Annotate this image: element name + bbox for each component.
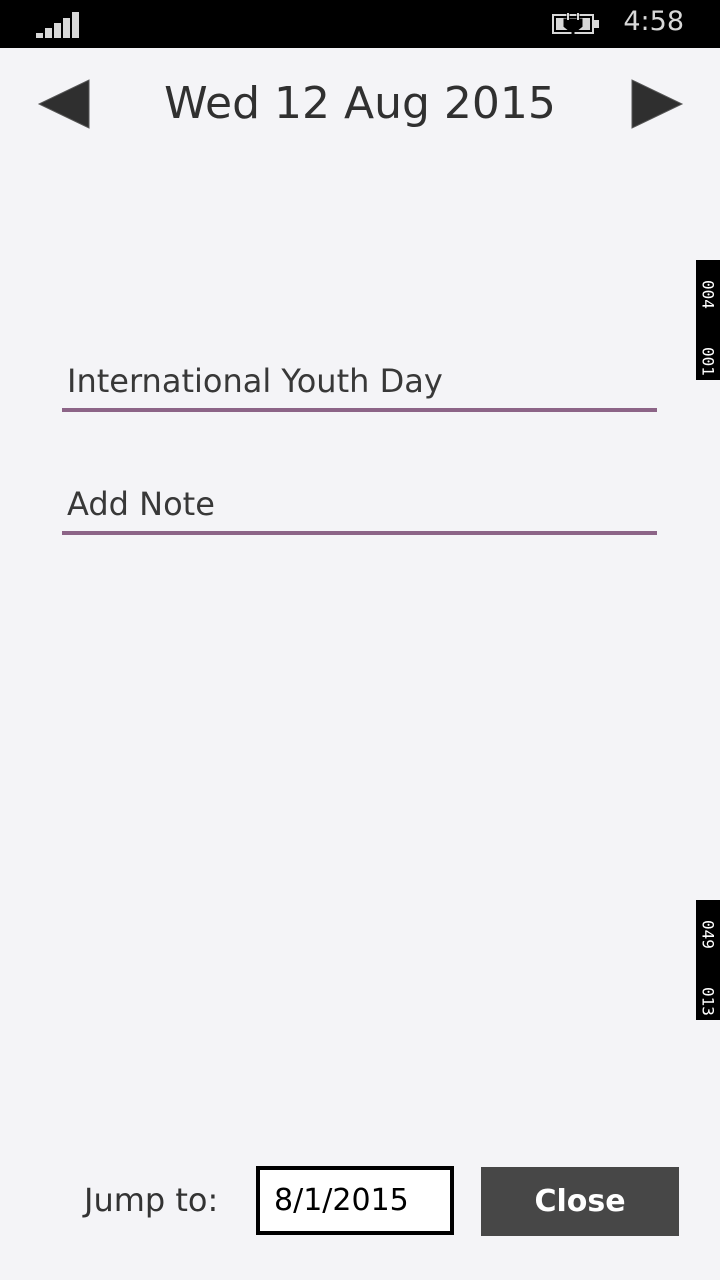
side-tag-bottom: 049 013 bbox=[696, 900, 720, 1020]
previous-day-button[interactable] bbox=[37, 78, 91, 130]
side-tag-value: 013 bbox=[698, 987, 718, 1016]
next-day-button[interactable] bbox=[630, 78, 684, 130]
triangle-right-icon bbox=[631, 79, 684, 129]
triangle-left-icon bbox=[37, 79, 90, 129]
close-button[interactable]: Close bbox=[481, 1167, 679, 1236]
side-tag-top: 004 001 bbox=[696, 260, 720, 380]
event-title-input[interactable] bbox=[62, 354, 657, 412]
jump-to-label: Jump to: bbox=[84, 1181, 219, 1219]
jump-date-input[interactable] bbox=[256, 1166, 454, 1235]
status-time: 4:58 bbox=[623, 6, 684, 37]
add-note-input[interactable] bbox=[62, 477, 657, 535]
page-title: Wed 12 Aug 2015 bbox=[164, 78, 556, 129]
battery-charging-icon bbox=[552, 12, 599, 36]
status-bar: 4:58 bbox=[0, 0, 720, 48]
side-tag-value: 004 bbox=[698, 280, 718, 309]
side-tag-value: 001 bbox=[698, 347, 718, 376]
signal-strength-icon bbox=[36, 12, 80, 38]
side-tag-value: 049 bbox=[698, 920, 718, 949]
